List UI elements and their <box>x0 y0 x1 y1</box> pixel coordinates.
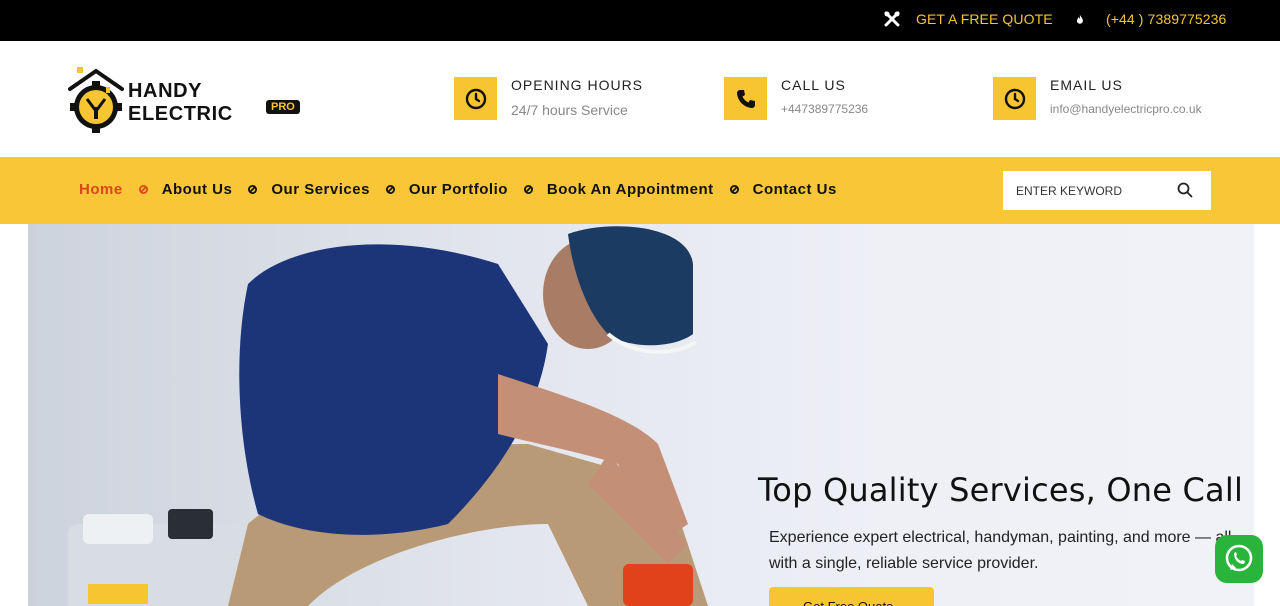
call-us-block[interactable]: CALL US +447389775236 <box>724 77 868 120</box>
nav-separator-icon <box>729 185 739 194</box>
opening-hours-icon-box <box>454 77 497 120</box>
whatsapp-chat-button[interactable] <box>1215 535 1263 583</box>
phone-icon <box>736 89 755 108</box>
search-box <box>1003 171 1211 210</box>
hero-banner: Top Quality Services, One Call Experienc… <box>28 224 1254 606</box>
hero-worker-image <box>68 226 708 606</box>
email-us-icon-box <box>993 77 1036 120</box>
clock-icon <box>1004 88 1025 109</box>
email-us-address: info@handyelectricpro.co.uk <box>1050 102 1202 116</box>
email-us-block[interactable]: EMAIL US info@handyelectricpro.co.uk <box>993 77 1202 120</box>
search-input[interactable] <box>1016 183 1166 198</box>
call-us-title: CALL US <box>781 77 846 93</box>
nav-item-our-portfolio[interactable]: Our Portfolio <box>409 181 508 198</box>
logo-pro-badge: PRO <box>266 100 300 114</box>
clock-icon <box>465 88 486 109</box>
nav-separator-icon <box>138 185 148 194</box>
free-quote-link[interactable]: GET A FREE QUOTE <box>884 11 1053 27</box>
main-navigation: Home About Us Our Services Our Portfolio… <box>0 157 1280 224</box>
topbar-phone-number: (+44 ) 7389775236 <box>1106 11 1227 27</box>
whatsapp-icon <box>1225 544 1253 572</box>
search-icon[interactable] <box>1177 182 1193 198</box>
free-quote-label: GET A FREE QUOTE <box>916 11 1053 27</box>
top-bar: GET A FREE QUOTE (+44 ) 7389775236 <box>0 0 1280 41</box>
nav-item-our-services[interactable]: Our Services <box>271 181 370 198</box>
site-logo[interactable]: HANDY ELECTRIC PRO <box>66 67 306 133</box>
opening-hours-block: OPENING HOURS 24/7 hours Service <box>454 77 643 120</box>
call-us-number: +447389775236 <box>781 102 869 116</box>
opening-hours-title: OPENING HOURS <box>511 77 644 93</box>
nav-item-book-an-appointment[interactable]: Book An Appointment <box>547 181 714 198</box>
nav-separator-icon <box>248 185 258 194</box>
nav-separator-icon <box>385 185 395 194</box>
hero-get-quote-button[interactable]: Get Free Quote <box>769 587 934 606</box>
email-us-title: EMAIL US <box>1050 77 1123 93</box>
tools-icon <box>884 11 900 27</box>
nav-separator-icon <box>523 185 533 194</box>
nav-item-about-us[interactable]: About Us <box>162 181 233 198</box>
hero-title: Top Quality Services, One Call <box>758 471 1244 509</box>
opening-hours-value: 24/7 hours Service <box>511 102 628 118</box>
logo-gear-house-icon <box>68 67 124 133</box>
nav-item-home[interactable]: Home <box>79 181 123 198</box>
flame-icon <box>1076 14 1083 24</box>
hero-description: Experience expert electrical, handyman, … <box>769 529 1232 572</box>
topbar-phone-link[interactable]: (+44 ) 7389775236 <box>1072 11 1226 27</box>
site-header: HANDY ELECTRIC PRO OPENING HOURS 24/7 ho… <box>0 41 1280 157</box>
call-us-icon-box <box>724 77 767 120</box>
nav-menu: Home About Us Our Services Our Portfolio… <box>79 181 837 198</box>
nav-item-contact-us[interactable]: Contact Us <box>753 181 837 198</box>
